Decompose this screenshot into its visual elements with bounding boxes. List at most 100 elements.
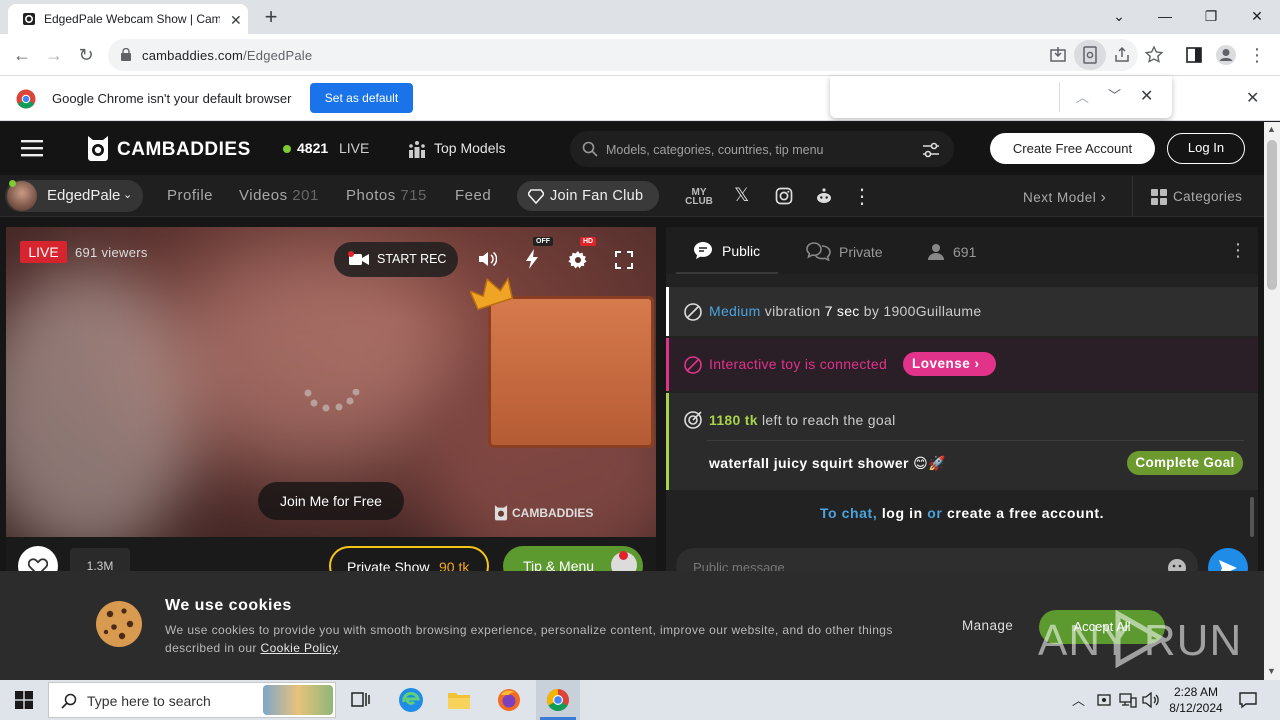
feed-link[interactable]: Feed — [455, 187, 491, 204]
chevron-down-icon: ⌄ — [123, 189, 133, 201]
browser-tab[interactable]: EdgedPale Webcam Show | Cam ✕ — [8, 4, 248, 34]
manage-cookies-button[interactable]: Manage — [962, 618, 1013, 633]
find-divider — [1059, 82, 1060, 112]
vibration-icon — [684, 303, 702, 321]
chat-message-toy-connected: Interactive toy is connected Lovense › — [666, 338, 1258, 391]
model-name-dropdown[interactable]: EdgedPale ⌄ — [5, 180, 143, 212]
minimize-button[interactable]: — — [1142, 0, 1188, 34]
install-app-icon[interactable] — [1047, 44, 1069, 66]
tab-public[interactable]: Public — [676, 227, 778, 274]
viewer-count: 691 viewers — [75, 245, 148, 260]
complete-goal-button[interactable]: Complete Goal — [1127, 451, 1243, 475]
find-close-icon[interactable]: ✕ — [1140, 86, 1153, 106]
new-tab-button[interactable]: + — [258, 4, 284, 30]
volume-icon[interactable] — [477, 250, 497, 268]
profile-link[interactable]: Profile — [167, 187, 213, 204]
reload-icon[interactable]: ↻ — [75, 44, 97, 66]
notifications-icon[interactable] — [1238, 690, 1258, 710]
cookie-icon — [96, 601, 142, 647]
photos-link[interactable]: Photos 715 — [346, 187, 427, 204]
join-free-button[interactable]: Join Me for Free — [258, 482, 404, 520]
chat-login-link[interactable]: log in — [882, 505, 923, 521]
off-badge: OFF — [533, 237, 553, 246]
find-in-page-icon[interactable] — [1079, 44, 1101, 66]
network-icon[interactable] — [1119, 692, 1137, 708]
bookmark-star-icon[interactable] — [1143, 44, 1165, 66]
set-default-button[interactable]: Set as default — [310, 83, 413, 113]
crown-icon — [470, 276, 514, 311]
firefox-icon[interactable] — [497, 688, 521, 712]
chat-user-count[interactable]: 691 — [928, 242, 988, 262]
live-count[interactable]: 4821 LIVE — [283, 140, 369, 158]
more-options-icon[interactable]: ⋮ — [852, 184, 872, 209]
chrome-logo-icon — [16, 89, 36, 109]
cookie-policy-link[interactable]: Cookie Policy — [261, 641, 338, 655]
join-fan-club-button[interactable]: Join Fan Club — [517, 181, 659, 211]
profile-avatar-icon[interactable] — [1215, 44, 1237, 66]
restore-button[interactable]: ❐ — [1188, 0, 1234, 34]
close-infobar-icon[interactable]: ✕ — [1246, 88, 1259, 108]
scroll-up-icon[interactable]: ▲ — [1267, 124, 1276, 134]
close-tab-icon[interactable]: ✕ — [230, 12, 242, 29]
network-security-icon[interactable] — [1096, 692, 1112, 708]
chat-bubble-icon — [694, 242, 712, 259]
show-hidden-icons[interactable]: ︿ — [1072, 690, 1085, 709]
find-prev-icon[interactable]: ︿ — [1076, 87, 1089, 106]
chat-message-goal: 1180 tk left to reach the goal waterfall… — [666, 393, 1258, 490]
categories-link[interactable]: Categories — [1151, 187, 1251, 207]
lightning-icon[interactable] — [524, 249, 540, 269]
live-dot-icon — [283, 145, 291, 153]
watermark-logo-icon — [494, 505, 508, 521]
site-search-bar[interactable]: Models, categories, countries, tip menu — [570, 131, 954, 167]
find-bar: ︿ ﹀ ✕ — [830, 76, 1172, 118]
file-explorer-icon[interactable] — [447, 689, 471, 711]
next-model-link[interactable]: Next Model › — [1023, 189, 1106, 207]
forward-arrow-icon[interactable]: → — [43, 44, 65, 66]
scroll-down-icon[interactable]: ▼ — [1267, 666, 1276, 676]
top-models-link[interactable]: Top Models — [408, 139, 528, 159]
myclub-icon[interactable]: MY CLUB — [684, 188, 714, 207]
chat-create-account-link[interactable]: create a free account. — [947, 505, 1104, 521]
chrome-taskbar-active[interactable] — [536, 680, 580, 720]
start-rec-button[interactable]: START REC — [334, 242, 458, 277]
reddit-icon[interactable] — [815, 187, 833, 205]
windows-start-icon[interactable] — [15, 691, 33, 709]
login-button[interactable]: Log In — [1167, 133, 1245, 164]
clock[interactable]: 2:28 AM 8/12/2024 — [1164, 684, 1228, 716]
find-input[interactable] — [840, 84, 1050, 110]
site-favicon-icon — [23, 13, 35, 25]
cambaddies-logo-icon — [88, 136, 108, 161]
private-chat-icon — [806, 242, 831, 261]
site-logo[interactable]: CAMBADDIES — [85, 134, 250, 164]
chat-message-vibration: Medium vibration 7 sec by 1900Guillaume — [666, 287, 1258, 336]
search-input[interactable]: Models, categories, countries, tip menu — [606, 143, 823, 157]
tab-search-icon[interactable]: ⌄ — [1096, 0, 1142, 34]
chrome-menu-icon[interactable]: ⋮ — [1246, 44, 1268, 66]
hd-badge: HD — [580, 237, 597, 246]
chrome-taskbar-icon — [547, 689, 569, 711]
filter-sliders-icon[interactable] — [922, 141, 940, 159]
speaker-icon[interactable] — [1142, 692, 1160, 708]
back-arrow-icon[interactable]: ← — [11, 44, 33, 66]
task-view-icon[interactable] — [350, 690, 370, 710]
edge-icon[interactable] — [398, 687, 424, 713]
hamburger-menu-icon[interactable] — [21, 138, 43, 158]
side-panel-icon[interactable] — [1183, 44, 1205, 66]
chat-more-icon[interactable]: ⋮ — [1229, 240, 1247, 261]
diamond-icon — [528, 189, 544, 204]
gear-icon[interactable] — [568, 250, 588, 270]
cookie-title: We use cookies — [165, 597, 292, 614]
find-next-icon[interactable]: ﹀ — [1108, 85, 1121, 104]
share-icon[interactable] — [1111, 44, 1133, 66]
taskbar-search[interactable]: Type here to search — [48, 682, 336, 718]
address-bar[interactable]: cambaddies.com/EdgedPale — [108, 39, 1138, 71]
tab-private[interactable]: Private — [806, 241, 906, 263]
page-scrollbar[interactable]: ▲ ▼ — [1264, 122, 1280, 680]
lovense-badge[interactable]: Lovense › — [903, 352, 996, 376]
instagram-icon[interactable] — [775, 187, 793, 205]
videos-link[interactable]: Videos 201 — [239, 187, 319, 204]
fullscreen-icon[interactable] — [615, 251, 633, 269]
create-account-button[interactable]: Create Free Account — [990, 133, 1155, 164]
close-window-button[interactable]: ✕ — [1234, 0, 1280, 34]
x-twitter-icon[interactable]: 𝕏 — [734, 184, 749, 207]
